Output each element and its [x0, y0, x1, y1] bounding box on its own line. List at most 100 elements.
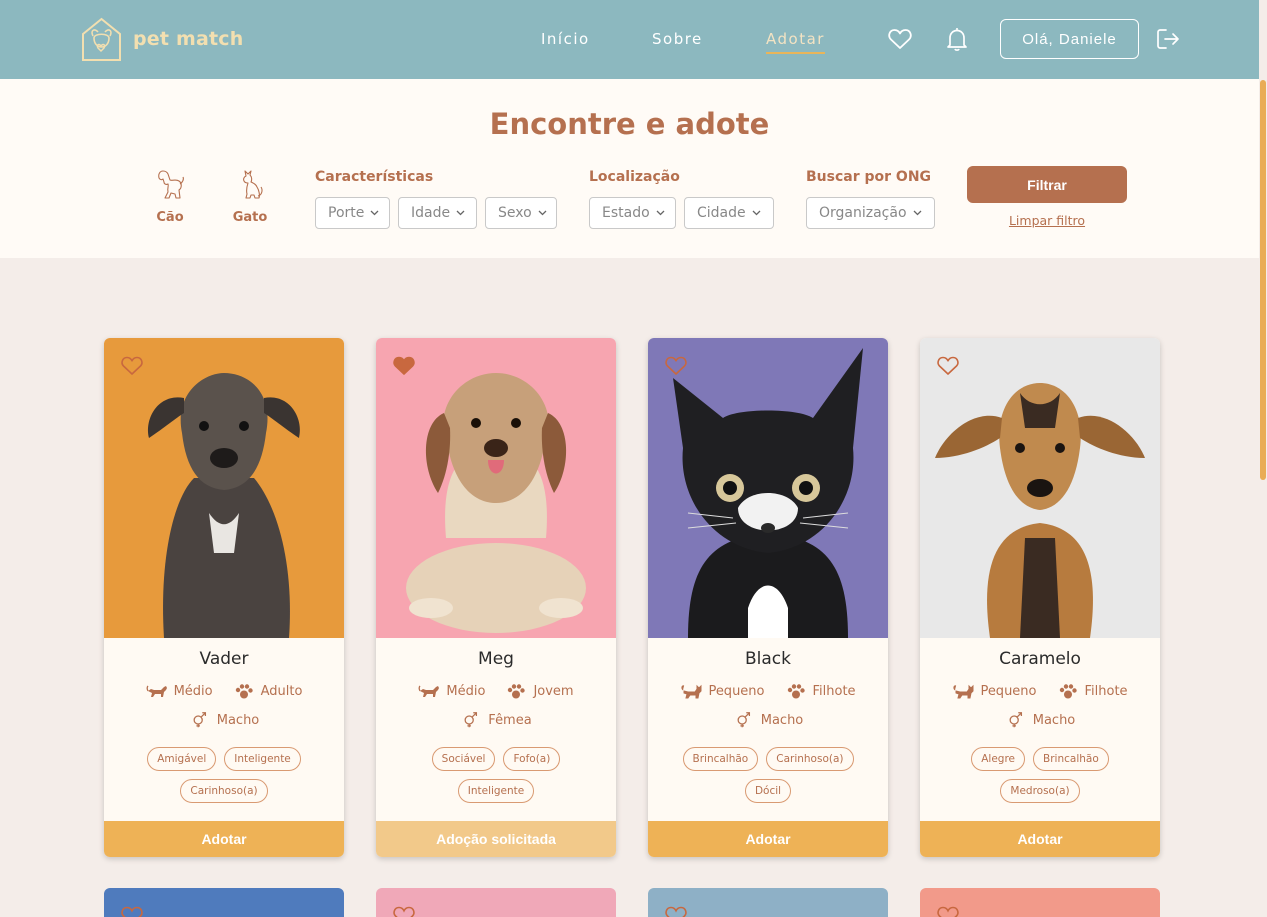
pet-name: Vader	[199, 649, 249, 669]
pet-card-next-row[interactable]	[376, 888, 616, 917]
scrollbar-thumb[interactable]	[1260, 80, 1266, 480]
clear-filter-link[interactable]: Limpar filtro	[967, 213, 1127, 228]
paw-icon	[508, 684, 526, 699]
trait-tag: Medroso(a)	[1000, 779, 1080, 803]
pet-card-next-row[interactable]	[104, 888, 344, 917]
trait-tags-row: Brincalhão Carinhoso(a)	[648, 747, 888, 771]
trait-tags-row: Sociável Fofo(a)	[376, 747, 616, 771]
filter-button[interactable]: Filtrar	[967, 166, 1127, 203]
trait-tag: Sociável	[431, 747, 496, 771]
cidade-select[interactable]: Cidade	[684, 197, 774, 229]
cat-size-icon	[953, 684, 974, 699]
cidade-select-value: Cidade	[697, 205, 746, 221]
trait-tags-row: Medroso(a)	[920, 779, 1160, 803]
species-cat-option[interactable]: Gato	[220, 168, 280, 225]
logo[interactable]: pet match	[80, 16, 243, 62]
trait-tags-row: Alegre Brincalhão	[920, 747, 1160, 771]
sexo-select[interactable]: Sexo	[485, 197, 557, 229]
dog-size-icon	[146, 685, 167, 697]
adopt-button[interactable]: Adotar	[648, 821, 888, 857]
logo-house-icon	[82, 17, 121, 61]
pet-sex-value: Macho	[760, 712, 804, 728]
location-label: Localização	[589, 169, 680, 185]
pet-card-next-row[interactable]	[648, 888, 888, 917]
favorite-heart-icon[interactable]	[120, 904, 144, 917]
trait-tags-row: Carinhoso(a)	[104, 779, 344, 803]
pet-age: Adulto	[260, 683, 303, 699]
trait-tag: Alegre	[971, 747, 1026, 771]
pet-photo-illustration	[920, 338, 1160, 638]
favorite-heart-icon[interactable]	[392, 904, 416, 917]
pet-sex: Fêmea	[376, 711, 616, 729]
trait-tag: Brincalhão	[1033, 747, 1109, 771]
favorite-heart-icon[interactable]	[120, 354, 144, 376]
chevron-down-icon	[456, 210, 465, 216]
favorite-heart-icon[interactable]	[664, 904, 688, 917]
species-dog-label: Cão	[156, 210, 184, 225]
top-navigation-bar: pet match Início Sobre Adotar Olá, Danie…	[0, 0, 1267, 79]
estado-select-value: Estado	[602, 205, 650, 221]
pet-photo-illustration	[648, 338, 888, 638]
page-scrollbar[interactable]	[1259, 0, 1267, 917]
trait-tags-row: Inteligente	[376, 779, 616, 803]
porte-select[interactable]: Porte	[315, 197, 390, 229]
pet-card[interactable]: Caramelo Pequeno Filhote Macho Alegre Brincal…	[920, 338, 1160, 857]
trait-tag: Dócil	[744, 779, 792, 803]
favorite-heart-icon[interactable]	[936, 904, 960, 917]
species-cat-label: Gato	[232, 210, 268, 225]
adoption-requested-button[interactable]: Adoção solicitada	[376, 821, 616, 857]
pet-photo-illustration	[376, 338, 616, 638]
favorite-heart-icon[interactable]	[936, 354, 960, 376]
filter-panel: Encontre e adote Cão Gato Característica…	[0, 79, 1259, 258]
pet-photo[interactable]	[376, 338, 616, 638]
nav-adotar[interactable]: Adotar	[766, 30, 825, 54]
pet-size: Médio	[173, 683, 213, 699]
chevron-down-icon	[913, 210, 921, 216]
pet-size-age: Médio Adulto	[104, 682, 344, 700]
pet-sex: Macho	[104, 711, 344, 729]
gender-icon	[737, 712, 750, 728]
pet-card-next-row[interactable]	[920, 888, 1160, 917]
pet-card[interactable]: Black Pequeno Filhote Macho Brincalhão Carinh…	[648, 338, 888, 857]
adopt-button[interactable]: Adotar	[104, 821, 344, 857]
nav-sobre[interactable]: Sobre	[652, 30, 703, 48]
trait-tag: Fofo(a)	[503, 747, 561, 771]
characteristics-label: Características	[315, 169, 434, 185]
idade-select-value: Idade	[411, 205, 451, 221]
trait-tag: Inteligente	[457, 779, 535, 803]
cat-size-icon	[681, 684, 702, 699]
paw-icon	[235, 684, 253, 699]
species-dog-option[interactable]: Cão	[140, 168, 200, 225]
pet-size-age: Pequeno Filhote	[920, 682, 1160, 700]
cat-icon	[243, 170, 263, 199]
pet-photo[interactable]	[104, 338, 344, 638]
nav-inicio[interactable]: Início	[541, 30, 590, 48]
pet-sex: Macho	[920, 711, 1160, 729]
ong-label: Buscar por ONG	[806, 169, 932, 185]
trait-tag: Inteligente	[224, 747, 301, 771]
favorite-heart-icon[interactable]	[664, 354, 688, 376]
page-title: Encontre e adote	[489, 107, 770, 141]
idade-select[interactable]: Idade	[398, 197, 477, 229]
user-greeting-button[interactable]: Olá, Daniele	[1000, 19, 1139, 59]
gender-icon	[1009, 712, 1022, 728]
pet-card[interactable]: Vader Médio Adulto Macho Amigável Inteligente…	[104, 338, 344, 857]
pet-photo-illustration	[104, 338, 344, 638]
pet-size-age: Pequeno Filhote	[648, 682, 888, 700]
logout-icon[interactable]	[1155, 26, 1181, 52]
pet-card[interactable]: Meg Médio Jovem Fêmea Sociável Fofo(a) Intelig…	[376, 338, 616, 857]
adopt-button[interactable]: Adotar	[920, 821, 1160, 857]
heart-icon[interactable]	[887, 26, 913, 52]
estado-select[interactable]: Estado	[589, 197, 676, 229]
organizacao-select[interactable]: Organização	[806, 197, 935, 229]
favorite-heart-icon[interactable]	[392, 354, 416, 376]
bell-icon[interactable]	[944, 26, 970, 52]
pet-photo[interactable]	[648, 338, 888, 638]
pet-size: Médio	[446, 683, 486, 699]
pet-size: Pequeno	[708, 683, 765, 699]
pet-sex-value: Macho	[1032, 712, 1076, 728]
pet-photo[interactable]	[920, 338, 1160, 638]
pet-name: Caramelo	[999, 649, 1081, 669]
dog-size-icon	[418, 685, 440, 697]
pet-name: Black	[745, 649, 791, 669]
